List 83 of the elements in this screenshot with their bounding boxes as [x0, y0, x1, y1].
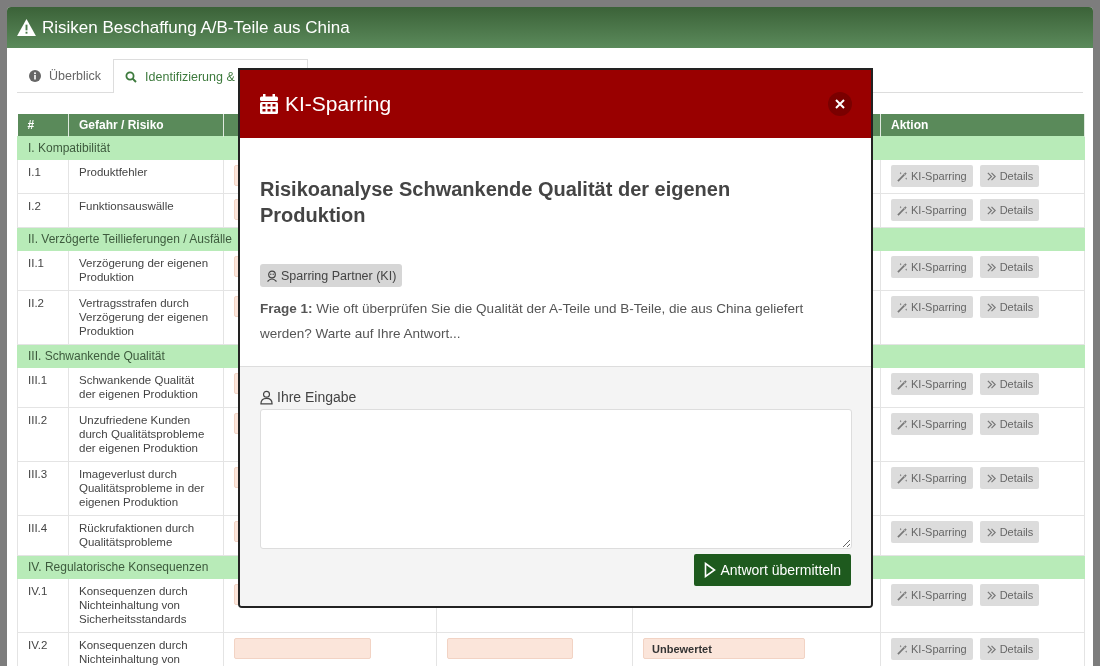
close-icon	[835, 99, 845, 109]
ki-sparring-button[interactable]: KI-Sparring	[891, 413, 973, 435]
warning-icon	[17, 19, 36, 36]
magic-wand-icon	[897, 418, 908, 430]
role-badge: Sparring Partner (KI)	[260, 264, 403, 287]
magic-wand-icon	[897, 589, 908, 601]
ki-sparring-button[interactable]: KI-Sparring	[891, 165, 973, 187]
dialog-title: KI-Sparring	[285, 92, 393, 116]
details-button[interactable]: Details	[979, 638, 1040, 660]
ki-sparring-button[interactable]: KI-Sparring	[891, 373, 973, 395]
table-cell: III.3	[17, 461, 69, 516]
double-chevron-icon	[985, 526, 997, 538]
search-icon	[125, 70, 138, 83]
magic-wand-icon	[897, 301, 908, 313]
table-cell: Produktfehler	[68, 159, 224, 194]
ki-sparring-button[interactable]: KI-Sparring	[891, 467, 973, 489]
details-button[interactable]: Details	[979, 199, 1040, 221]
details-button[interactable]: Details	[979, 584, 1040, 606]
table-cell: III.2	[17, 407, 69, 462]
magic-wand-icon	[897, 378, 908, 390]
tab[interactable]: Überblick	[17, 59, 114, 92]
details-button[interactable]: Details	[979, 373, 1040, 395]
table-cell: I.2	[17, 193, 69, 228]
magic-wand-icon	[897, 261, 908, 273]
double-chevron-icon	[985, 204, 997, 216]
table-cell: Vertragsstrafen durch Verzögerung der eigenen Produktion	[68, 290, 224, 345]
submit-button[interactable]: Antwort übermitteln	[694, 554, 851, 586]
double-chevron-icon	[985, 643, 997, 655]
ki-sparring-button[interactable]: KI-Sparring	[891, 638, 973, 660]
table-cell: Rückrufaktionen durch Qualitätsprobleme	[68, 515, 224, 556]
ki-sparring-button[interactable]: KI-Sparring	[891, 584, 973, 606]
table-cell: I.1	[17, 159, 69, 194]
details-button[interactable]: Details	[979, 296, 1040, 318]
table-cell: II.1	[17, 250, 69, 291]
info-icon	[29, 70, 41, 82]
value-field[interactable]	[447, 638, 573, 659]
dialog-heading: Risikoanalyse Schwankende Qualität der eigenen Produktion	[260, 177, 732, 228]
details-button[interactable]: Details	[979, 165, 1040, 187]
robot-icon	[266, 269, 278, 282]
double-chevron-icon	[985, 589, 997, 601]
table-cell: Imageverlust durch Qualitätsprobleme in der eigenen Produktion	[68, 461, 224, 516]
ki-sparring-button[interactable]: KI-Sparring	[891, 199, 973, 221]
details-button[interactable]: Details	[979, 467, 1040, 489]
double-chevron-icon	[985, 170, 997, 182]
magic-wand-icon	[897, 526, 908, 538]
ki-sparring-button[interactable]: KI-Sparring	[891, 521, 973, 543]
table-cell: Konsequenzen durch Nichteinhaltung von Sicherheitsstandards	[68, 578, 224, 633]
double-chevron-icon	[985, 378, 997, 390]
details-button[interactable]: Details	[979, 521, 1040, 543]
answer-input[interactable]	[260, 409, 852, 549]
rating-field: Unbewertet	[643, 638, 805, 659]
value-field[interactable]	[234, 638, 371, 659]
table-cell: III.1	[17, 367, 69, 408]
column-header: Aktion	[880, 114, 1085, 137]
details-button[interactable]: Details	[979, 413, 1040, 435]
table-cell: II.2	[17, 290, 69, 345]
table-cell: Schwankende Qualität der eigenen Produktion	[68, 367, 224, 408]
double-chevron-icon	[985, 472, 997, 484]
magic-wand-icon	[897, 472, 908, 484]
double-chevron-icon	[985, 301, 997, 313]
table-cell: Funktionsauswälle	[68, 193, 224, 228]
table-cell: III.4	[17, 515, 69, 556]
ki-sparring-button[interactable]: KI-Sparring	[891, 296, 973, 318]
double-chevron-icon	[985, 418, 997, 430]
double-chevron-icon	[985, 261, 997, 273]
input-label: Ihre Eingabe	[277, 389, 357, 405]
magic-wand-icon	[897, 170, 908, 182]
user-icon	[260, 389, 273, 405]
table-cell: Verzögerung der eigenen Produktion	[68, 250, 224, 291]
magic-wand-icon	[897, 643, 908, 655]
magic-wand-icon	[897, 204, 908, 216]
question-text: Frage 1: Wie oft überprüfen Sie die Qualität der A-Teile und B-Teile, die aus China geliefert werden? Warte auf Ihre Antwort...	[260, 300, 805, 343]
column-header: Gefahr / Risiko	[68, 114, 224, 137]
table-cell: Unzufriedene Kunden durch Qualitätsprobleme der eigenen Produktion	[68, 407, 224, 462]
close-button[interactable]	[828, 92, 852, 116]
table-cell: IV.1	[17, 578, 69, 633]
play-icon	[704, 562, 717, 578]
details-button[interactable]: Details	[979, 256, 1040, 278]
column-header: #	[17, 114, 69, 137]
table-cell: IV.2	[17, 632, 69, 666]
window-title: Risiken Beschaffung A/B-Teile aus China	[42, 17, 350, 38]
ki-sparring-button[interactable]: KI-Sparring	[891, 256, 973, 278]
calendar-icon	[260, 94, 278, 114]
